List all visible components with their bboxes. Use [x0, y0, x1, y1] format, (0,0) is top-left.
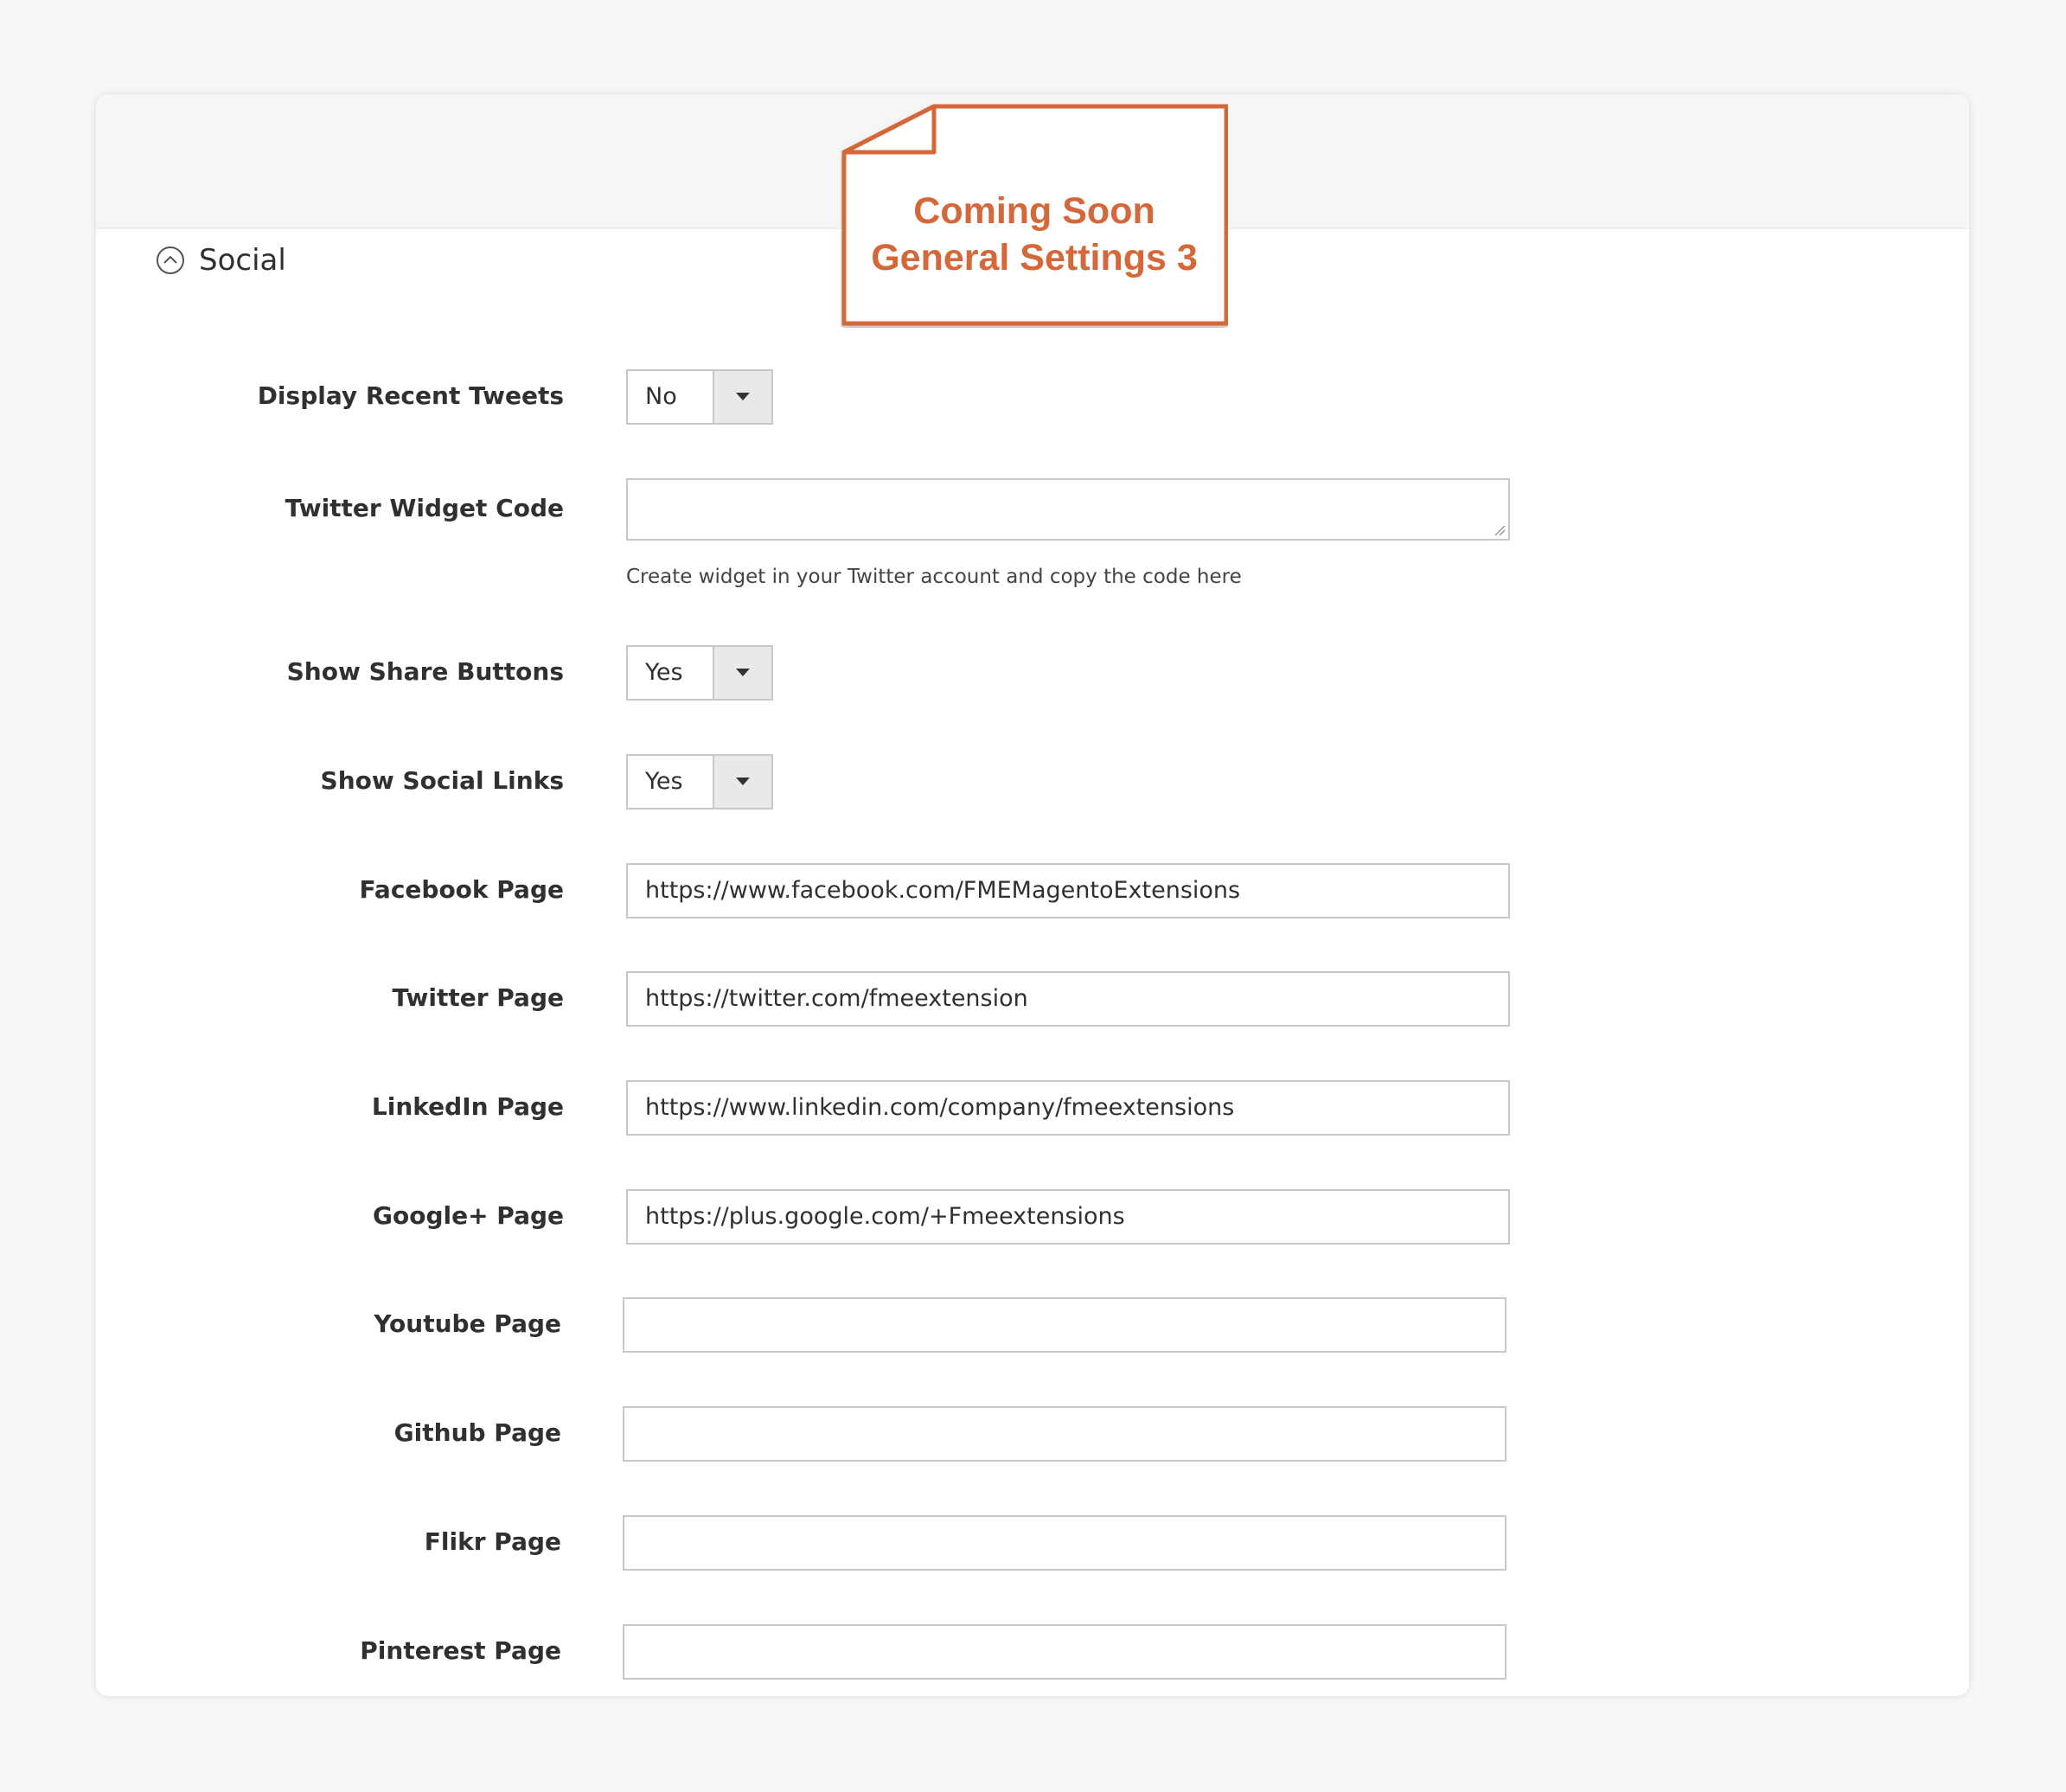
linkedin-page-input[interactable]: https://www.linkedin.com/company/fmeexte…: [626, 1080, 1510, 1136]
label-show-social-links: Show Social Links: [320, 766, 564, 795]
section-title: Social: [199, 243, 286, 278]
section-header-social[interactable]: Social: [156, 243, 286, 278]
select-value: Yes: [645, 659, 683, 686]
flikr-page-input[interactable]: [623, 1515, 1506, 1571]
label-youtube-page: Youtube Page: [374, 1309, 561, 1338]
caret-down-icon: [736, 778, 750, 785]
dropdown-arrow-button[interactable]: [713, 647, 771, 699]
select-value: Yes: [645, 768, 683, 795]
label-googleplus-page: Google+ Page: [373, 1201, 564, 1230]
label-flikr-page: Flikr Page: [424, 1527, 561, 1556]
label-github-page: Github Page: [393, 1418, 561, 1447]
select-value: No: [645, 383, 677, 410]
label-twitter-widget-code: Twitter Widget Code: [285, 494, 564, 522]
twitter-page-input[interactable]: https://twitter.com/fmeextension: [626, 971, 1510, 1027]
show-share-buttons-select[interactable]: Yes: [626, 645, 773, 701]
github-page-input[interactable]: [623, 1406, 1506, 1462]
display-recent-tweets-select[interactable]: No: [626, 369, 773, 425]
facebook-page-input[interactable]: https://www.facebook.com/FMEMagentoExten…: [626, 863, 1510, 918]
twitter-widget-hint: Create widget in your Twitter account an…: [626, 566, 1242, 588]
note-line-1: Coming Soon: [913, 190, 1155, 232]
note-line-2: General Settings 3: [871, 237, 1198, 278]
twitter-widget-code-textarea[interactable]: [626, 478, 1510, 541]
caret-down-icon: [736, 669, 750, 676]
resize-grip-icon[interactable]: [1494, 524, 1506, 536]
collapse-circle-icon[interactable]: [156, 246, 185, 275]
show-social-links-select[interactable]: Yes: [626, 754, 773, 810]
coming-soon-note: Coming Soon General Settings 3: [841, 103, 1228, 328]
label-twitter-page: Twitter Page: [392, 983, 564, 1012]
label-show-share-buttons: Show Share Buttons: [286, 657, 564, 686]
settings-panel: Social Display Recent Tweets No Twitter …: [96, 94, 1969, 1696]
label-pinterest-page: Pinterest Page: [360, 1636, 561, 1665]
dropdown-arrow-button[interactable]: [713, 756, 771, 808]
googleplus-page-input[interactable]: https://plus.google.com/+Fmeextensions: [626, 1189, 1510, 1245]
pinterest-page-input[interactable]: [623, 1624, 1506, 1680]
youtube-page-input[interactable]: [623, 1297, 1506, 1353]
label-display-recent-tweets: Display Recent Tweets: [257, 381, 564, 410]
label-linkedin-page: LinkedIn Page: [371, 1092, 564, 1121]
caret-down-icon: [736, 393, 750, 400]
note-text: Coming Soon General Settings 3: [841, 103, 1228, 281]
label-facebook-page: Facebook Page: [359, 875, 564, 904]
dropdown-arrow-button[interactable]: [713, 371, 771, 423]
